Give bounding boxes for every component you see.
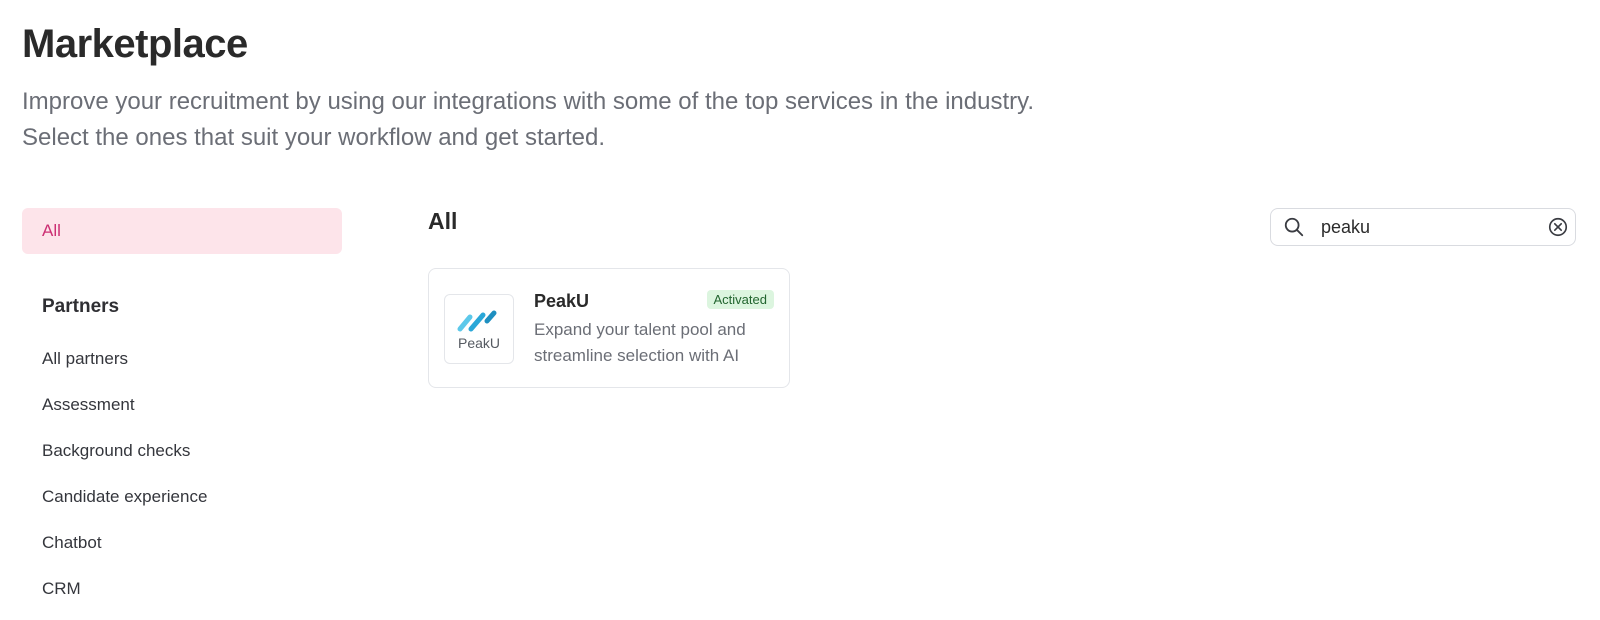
sidebar-list: All partners Assessment Background check… <box>22 336 342 612</box>
peaku-logo-icon <box>457 310 497 332</box>
subtitle-line: Select the ones that suit your workflow … <box>22 124 605 151</box>
sidebar-item-assessment[interactable]: Assessment <box>22 382 342 428</box>
status-badge: Activated <box>706 290 774 309</box>
logo-text: PeakU <box>457 335 501 351</box>
page-title: Marketplace <box>22 22 248 66</box>
sidebar-item-all-partners[interactable]: All partners <box>22 336 342 382</box>
subtitle-line: Improve your recruitment by using our in… <box>22 88 1035 115</box>
sidebar-item-candidate-experience[interactable]: Candidate experience <box>22 474 342 520</box>
search-input[interactable] <box>1321 216 1543 238</box>
peaku-logo: PeakU <box>444 294 514 364</box>
integration-card-peaku[interactable]: PeakU PeakU Activated Expand your talent… <box>428 268 790 388</box>
sidebar-item-crm[interactable]: CRM <box>22 566 342 612</box>
clear-search-icon[interactable] <box>1547 216 1569 238</box>
card-title: PeakU <box>534 291 590 311</box>
sidebar-item-chatbot[interactable]: Chatbot <box>22 520 342 566</box>
sidebar-section-partners: Partners <box>42 296 120 317</box>
section-title: All <box>428 208 458 234</box>
card-description: Expand your talent pool and streamline s… <box>534 320 746 365</box>
sidebar-item-all[interactable]: All <box>22 208 342 254</box>
page-subtitle: Improve your recruitment by using our in… <box>22 84 1222 156</box>
search-box <box>1270 208 1576 246</box>
sidebar-item-background-checks[interactable]: Background checks <box>22 428 342 474</box>
category-sidebar: All Partners All partners Assessment Bac… <box>22 208 342 612</box>
search-icon <box>1283 216 1305 238</box>
